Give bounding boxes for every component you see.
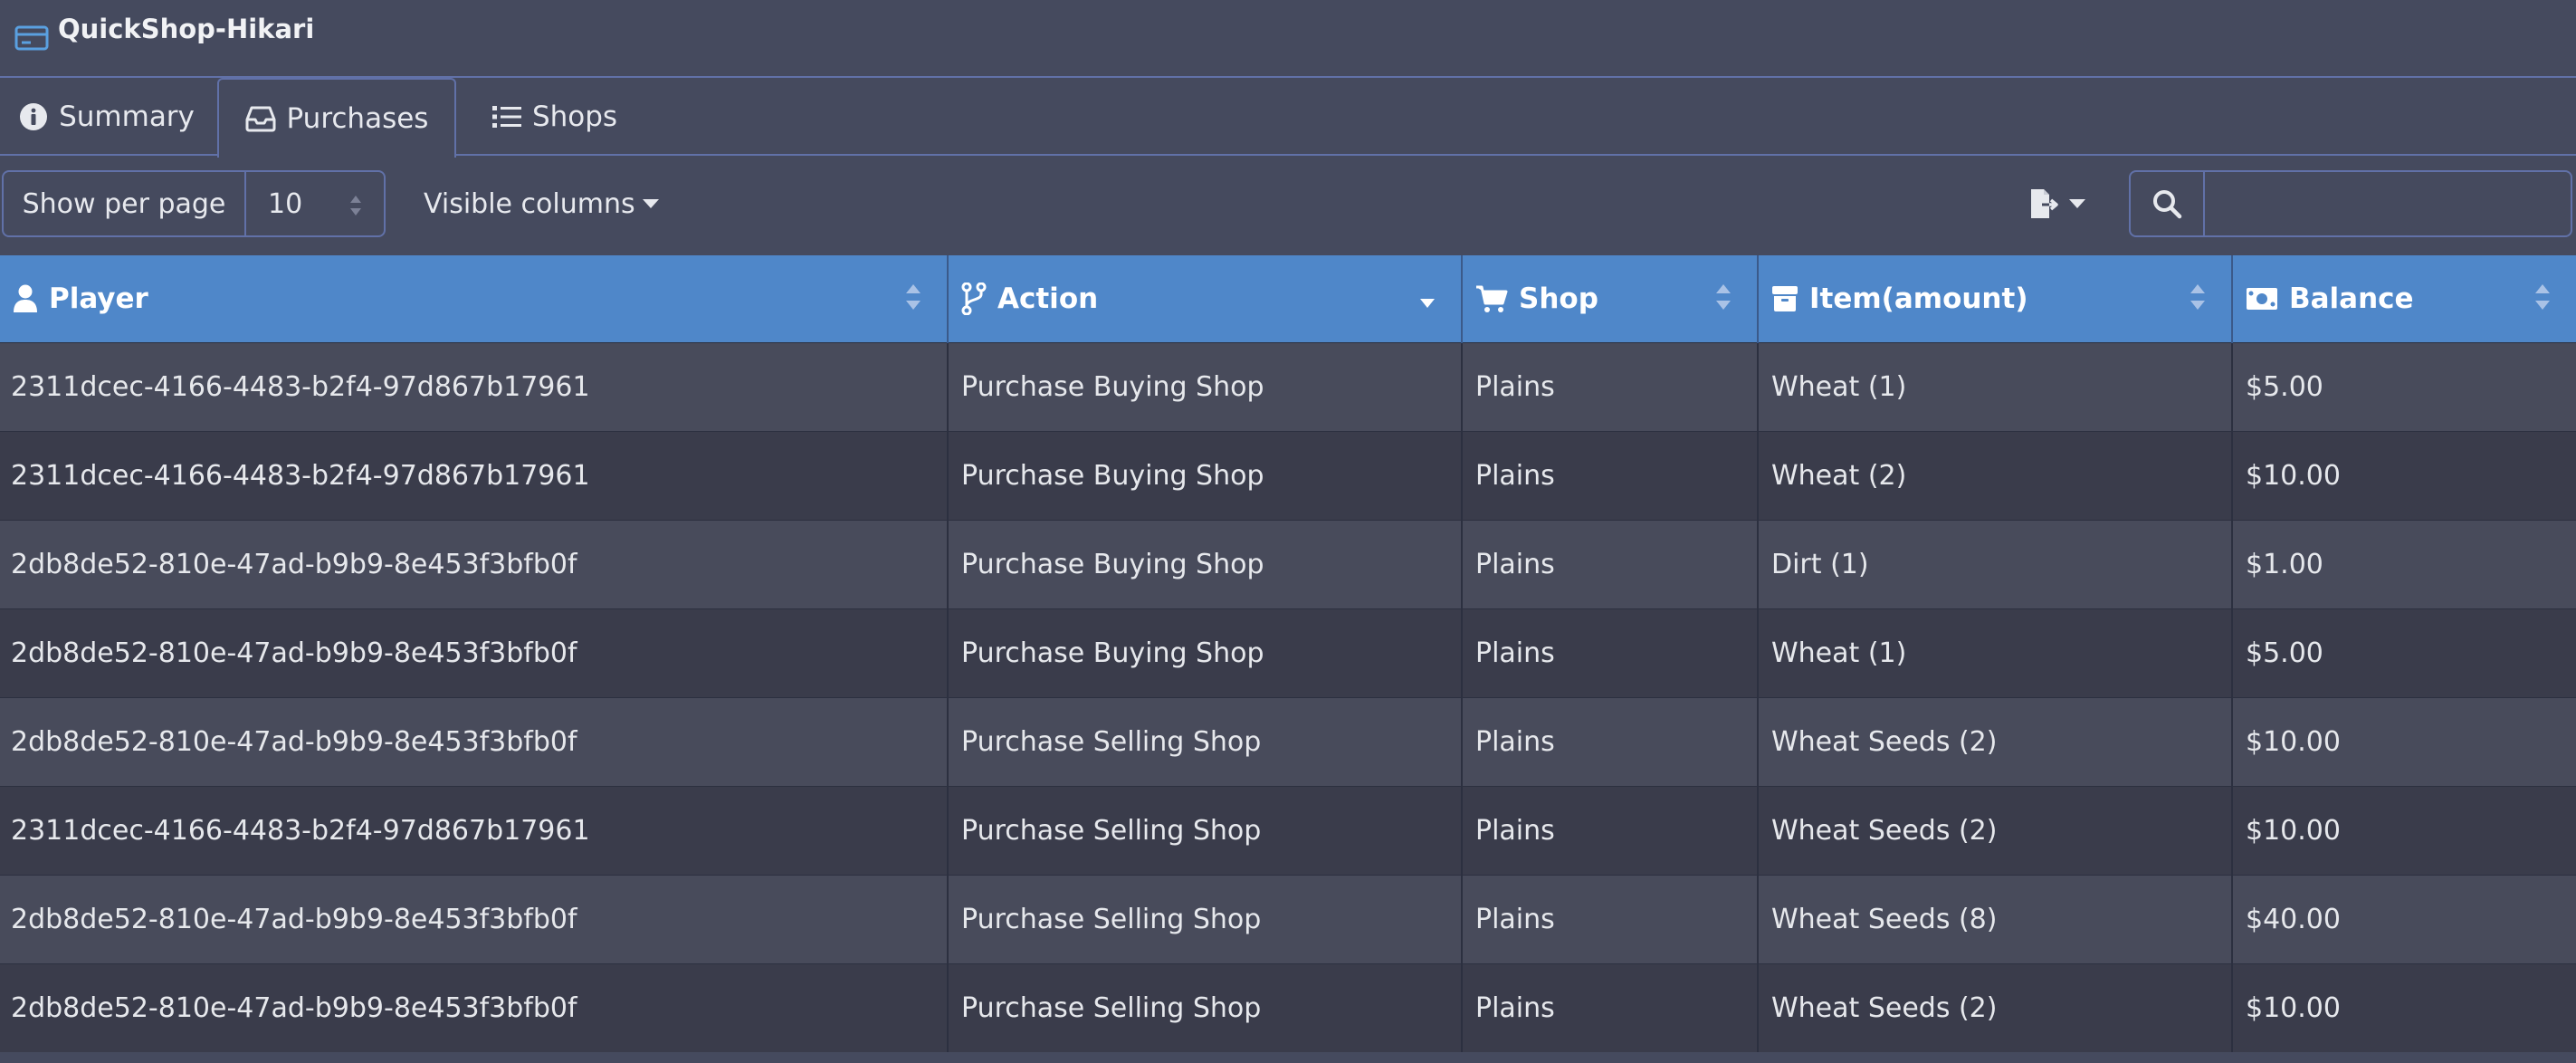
file-export-icon: [2031, 189, 2058, 218]
spinner-arrows-icon: [350, 196, 361, 215]
cell-shop: Plains: [1462, 962, 1759, 1052]
cell-player: 2311dcec-4166-4483-b2f4-97d867b17961: [0, 430, 949, 520]
cell-player: 2311dcec-4166-4483-b2f4-97d867b17961: [0, 341, 949, 431]
tab-shops-label: Shops: [531, 101, 618, 133]
table-row: 2db8de52-810e-47ad-b9b9-8e453f3bfb0f Pur…: [0, 608, 2576, 697]
visible-columns-label: Visible columns: [424, 187, 635, 220]
cell-action: Purchase Buying Shop: [948, 519, 1463, 608]
cell-shop: Plains: [1462, 608, 1759, 697]
cell-balance: $5.00: [2232, 608, 2576, 697]
sort-both-icon: [1716, 284, 1731, 310]
cell-action: Purchase Selling Shop: [948, 962, 1463, 1052]
table-row: 2db8de52-810e-47ad-b9b9-8e453f3bfb0f Pur…: [0, 874, 2576, 963]
cell-player: 2db8de52-810e-47ad-b9b9-8e453f3bfb0f: [0, 962, 949, 1052]
export-dropdown[interactable]: [2027, 183, 2085, 225]
column-header-balance[interactable]: Balance: [2232, 255, 2576, 342]
cell-item-amount: Wheat Seeds (8): [1758, 874, 2233, 963]
list-icon: [491, 106, 521, 128]
cell-item-amount: Wheat (1): [1758, 341, 2233, 431]
cell-item-amount: Wheat Seeds (2): [1758, 962, 2233, 1052]
sort-both-icon: [2190, 284, 2205, 310]
cell-shop: Plains: [1462, 430, 1759, 520]
purchases-table: Player Action Shop Item(amount) Balance …: [0, 255, 2576, 1052]
cell-shop: Plains: [1462, 341, 1759, 431]
app-title: QuickShop-Hikari: [58, 14, 315, 44]
visible-columns-dropdown[interactable]: Visible columns: [424, 170, 659, 237]
tab-bar: Summary Purchases Shops: [0, 78, 2576, 158]
cell-balance: $10.00: [2232, 785, 2576, 875]
tab-purchases-label: Purchases: [286, 102, 429, 135]
user-icon: [14, 284, 37, 312]
per-page-label: Show per page: [4, 172, 246, 235]
cell-action: Purchase Selling Shop: [948, 696, 1463, 786]
inbox-tray-icon: [245, 106, 276, 132]
cell-action: Purchase Selling Shop: [948, 874, 1463, 963]
cell-balance: $10.00: [2232, 962, 2576, 1052]
column-header-label: Item(amount): [1809, 282, 2028, 315]
tab-purchases[interactable]: Purchases: [217, 78, 456, 158]
per-page-value: 10: [268, 187, 303, 220]
info-circle-icon: [20, 103, 48, 130]
cell-action: Purchase Selling Shop: [948, 785, 1463, 875]
cell-item-amount: Dirt (1): [1758, 519, 2233, 608]
cell-balance: $1.00: [2232, 519, 2576, 608]
table-row: 2311dcec-4166-4483-b2f4-97d867b17961 Pur…: [0, 430, 2576, 520]
column-header-label: Shop: [1519, 282, 1598, 315]
cell-item-amount: Wheat Seeds (2): [1758, 696, 2233, 786]
table-row: 2db8de52-810e-47ad-b9b9-8e453f3bfb0f Pur…: [0, 962, 2576, 1052]
box-icon: [1772, 285, 1798, 311]
cart-icon: [1476, 285, 1508, 312]
table-row: 2311dcec-4166-4483-b2f4-97d867b17961 Pur…: [0, 785, 2576, 875]
money-bill-icon: [2247, 287, 2277, 310]
cell-player: 2db8de52-810e-47ad-b9b9-8e453f3bfb0f: [0, 696, 949, 786]
cell-balance: $10.00: [2232, 696, 2576, 786]
column-header-shop[interactable]: Shop: [1462, 255, 1759, 342]
cell-action: Purchase Buying Shop: [948, 608, 1463, 697]
table-row: 2db8de52-810e-47ad-b9b9-8e453f3bfb0f Pur…: [0, 696, 2576, 786]
per-page-select[interactable]: 10: [246, 172, 384, 235]
title-bar: QuickShop-Hikari: [0, 0, 2576, 78]
cell-player: 2db8de52-810e-47ad-b9b9-8e453f3bfb0f: [0, 519, 949, 608]
cell-item-amount: Wheat (2): [1758, 430, 2233, 520]
tab-summary[interactable]: Summary: [0, 78, 214, 156]
column-header-label: Action: [997, 282, 1099, 315]
cell-balance: $10.00: [2232, 430, 2576, 520]
column-header-label: Player: [49, 282, 148, 315]
tab-shops[interactable]: Shops: [471, 78, 639, 156]
table-header-row: Player Action Shop Item(amount) Balance: [0, 255, 2576, 342]
cell-balance: $5.00: [2232, 341, 2576, 431]
column-header-player[interactable]: Player: [0, 255, 949, 342]
per-page-group: Show per page 10: [2, 170, 386, 237]
cell-shop: Plains: [1462, 519, 1759, 608]
column-header-item-amount[interactable]: Item(amount): [1758, 255, 2233, 342]
cell-item-amount: Wheat Seeds (2): [1758, 785, 2233, 875]
column-header-label: Balance: [2289, 282, 2414, 315]
cell-item-amount: Wheat (1): [1758, 608, 2233, 697]
search-group: [2129, 170, 2572, 237]
cell-balance: $40.00: [2232, 874, 2576, 963]
cell-shop: Plains: [1462, 874, 1759, 963]
search-button[interactable]: [2131, 172, 2205, 235]
cell-shop: Plains: [1462, 696, 1759, 786]
sort-both-icon: [906, 284, 921, 310]
cell-action: Purchase Buying Shop: [948, 430, 1463, 520]
table-toolbar: Show per page 10 Visible columns: [0, 156, 2576, 255]
cell-player: 2db8de52-810e-47ad-b9b9-8e453f3bfb0f: [0, 874, 949, 963]
cell-action: Purchase Buying Shop: [948, 341, 1463, 431]
sort-both-icon: [2535, 284, 2550, 310]
tab-summary-label: Summary: [59, 101, 195, 133]
search-input[interactable]: [2205, 172, 2571, 235]
table-row: 2db8de52-810e-47ad-b9b9-8e453f3bfb0f Pur…: [0, 519, 2576, 608]
caret-down-icon: [2069, 199, 2085, 208]
column-header-action[interactable]: Action: [948, 255, 1463, 342]
code-branch-icon: [961, 282, 987, 315]
credit-card-icon: [14, 25, 49, 51]
cell-player: 2db8de52-810e-47ad-b9b9-8e453f3bfb0f: [0, 608, 949, 697]
caret-down-icon: [642, 199, 659, 208]
cell-player: 2311dcec-4166-4483-b2f4-97d867b17961: [0, 785, 949, 875]
cell-shop: Plains: [1462, 785, 1759, 875]
search-icon: [2153, 190, 2182, 219]
table-row: 2311dcec-4166-4483-b2f4-97d867b17961 Pur…: [0, 341, 2576, 431]
sort-down-icon: [1420, 299, 1435, 308]
